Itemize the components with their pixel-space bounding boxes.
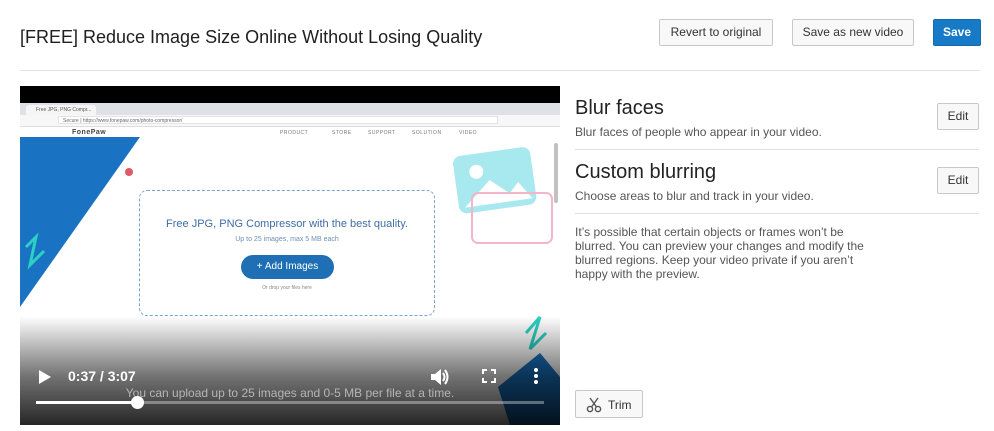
fullscreen-icon[interactable] <box>482 369 496 383</box>
page-title: [FREE] Reduce Image Size Online Without … <box>20 27 483 47</box>
video-caption: You can upload up to 25 images and 0-5 M… <box>125 386 455 400</box>
play-icon[interactable] <box>38 370 52 384</box>
volume-icon[interactable] <box>430 367 450 387</box>
frame-browser-tab: Free JPG, PNG Compr... <box>26 105 96 115</box>
header-divider <box>20 70 980 71</box>
frame-address-bar: Secure | https://www.fonepaw.com/photo-c… <box>20 115 560 127</box>
section-divider <box>575 149 979 150</box>
frame-scrollbar <box>554 143 558 203</box>
frame-url: Secure | https://www.fonepaw.com/photo-c… <box>58 116 498 124</box>
frame-dropzone-title: Free JPG, PNG Compressor with the best q… <box>166 218 408 230</box>
frame-browser-tabstrip: Free JPG, PNG Compr... <box>20 103 560 115</box>
blurring-note: It’s possible that certain objects or fr… <box>575 225 864 281</box>
frame-dropzone-subtitle: Up to 25 images, max 5 MB each <box>235 236 339 243</box>
trim-label: Trim <box>608 398 632 412</box>
revert-to-original-button[interactable]: Revert to original <box>659 19 773 46</box>
custom-blurring-description: Choose areas to blur and track in your v… <box>575 189 814 203</box>
save-as-new-video-button[interactable]: Save as new video <box>792 19 914 46</box>
frame-dropzone: Free JPG, PNG Compressor with the best q… <box>139 190 435 316</box>
more-vert-icon[interactable] <box>533 367 539 385</box>
save-button[interactable]: Save <box>933 19 981 46</box>
seek-scrubber[interactable] <box>130 396 144 409</box>
blur-faces-title: Blur faces <box>575 97 664 119</box>
custom-blurring-edit-button[interactable]: Edit <box>937 167 979 194</box>
trim-button[interactable]: Trim <box>575 390 643 418</box>
section-divider <box>575 213 979 214</box>
video-player[interactable]: Free JPG, PNG Compr... Secure | https://… <box>20 86 560 425</box>
seek-bar-progress <box>36 401 137 404</box>
scissors-icon <box>586 397 602 413</box>
custom-blurring-title: Custom blurring <box>575 161 717 183</box>
frame-add-images-button: + Add Images <box>241 255 334 279</box>
frame-drop-hint: Or drop your files here <box>262 285 312 291</box>
seek-bar[interactable] <box>36 396 544 409</box>
time-display: 0:37 / 3:07 <box>68 368 136 384</box>
blur-faces-edit-button[interactable]: Edit <box>937 103 979 130</box>
blur-faces-description: Blur faces of people who appear in your … <box>575 125 822 139</box>
